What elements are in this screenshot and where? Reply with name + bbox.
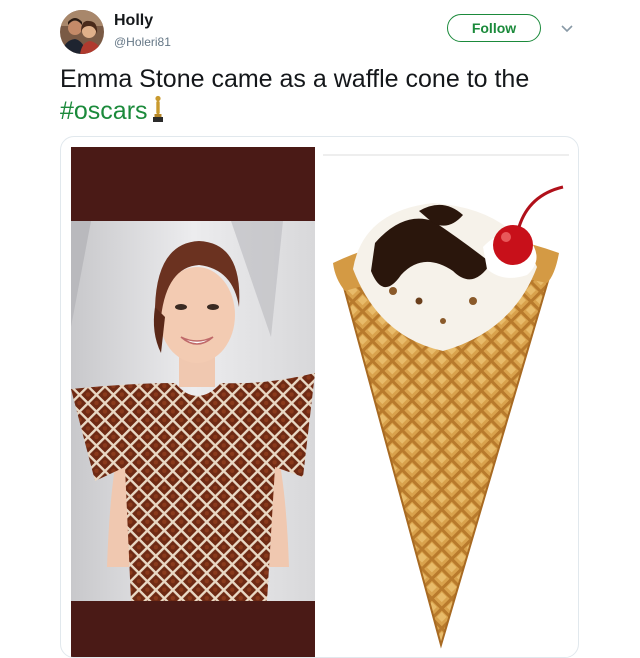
tweet-body: Emma Stone came as a waffle cone to the — [60, 65, 530, 93]
user-handle[interactable]: @Holeri81 — [114, 35, 171, 49]
media-card[interactable] — [60, 136, 579, 658]
waffle-cone-photo[interactable] — [323, 151, 569, 657]
follow-button[interactable]: Follow — [447, 14, 541, 42]
emma-stone-photo[interactable] — [71, 147, 315, 658]
hashtag-link[interactable]: #oscars — [60, 97, 148, 125]
oscar-statuette-icon — [152, 95, 164, 131]
tweet-text: Emma Stone came as a waffle cone to the … — [60, 64, 590, 131]
display-name[interactable]: Holly — [114, 12, 153, 30]
chevron-down-icon[interactable] — [560, 22, 574, 36]
avatar[interactable] — [60, 10, 104, 54]
